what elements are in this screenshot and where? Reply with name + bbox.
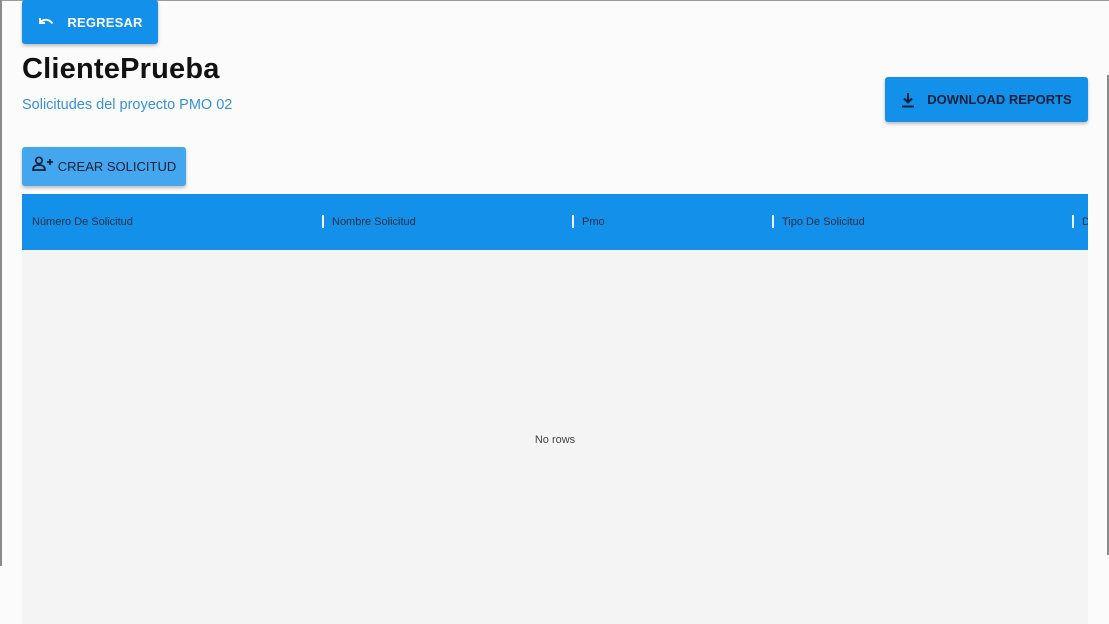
back-button[interactable]: REGRESAR <box>22 0 158 44</box>
back-button-label: REGRESAR <box>67 14 143 30</box>
table-body: No rows <box>22 250 1088 624</box>
column-header-truncated[interactable]: D <box>1082 194 1088 250</box>
column-separator[interactable] <box>322 215 324 228</box>
window-left-border <box>0 0 2 566</box>
page: REGRESAR ClientePrueba Solicitudes del p… <box>0 0 1109 624</box>
column-header-numero[interactable]: Número De Solicitud <box>32 194 133 250</box>
create-request-button[interactable]: CREAR SOLICITUD <box>22 147 186 186</box>
create-request-label: CREAR SOLICITUD <box>57 159 177 174</box>
person-add-icon <box>31 155 54 172</box>
column-separator[interactable] <box>572 215 574 228</box>
download-icon <box>901 92 915 108</box>
page-title: ClientePrueba <box>22 53 220 85</box>
column-header-pmo[interactable]: Pmo <box>582 194 605 250</box>
page-subtitle: Solicitudes del proyecto PMO 02 <box>22 97 233 113</box>
empty-rows-message: No rows <box>534 434 576 446</box>
column-separator[interactable] <box>1072 215 1074 228</box>
window-top-border <box>0 0 1109 1</box>
column-header-nombre[interactable]: Nombre Solicitud <box>332 194 416 250</box>
download-reports-button[interactable]: DOWNLOAD REPORTS <box>885 77 1088 122</box>
table-header: Número De Solicitud Nombre Solicitud Pmo… <box>22 194 1088 250</box>
column-header-tipo[interactable]: Tipo De Solicitud <box>782 194 865 250</box>
download-reports-label: DOWNLOAD REPORTS <box>927 92 1072 107</box>
column-separator[interactable] <box>772 215 774 228</box>
undo-icon <box>37 16 55 28</box>
